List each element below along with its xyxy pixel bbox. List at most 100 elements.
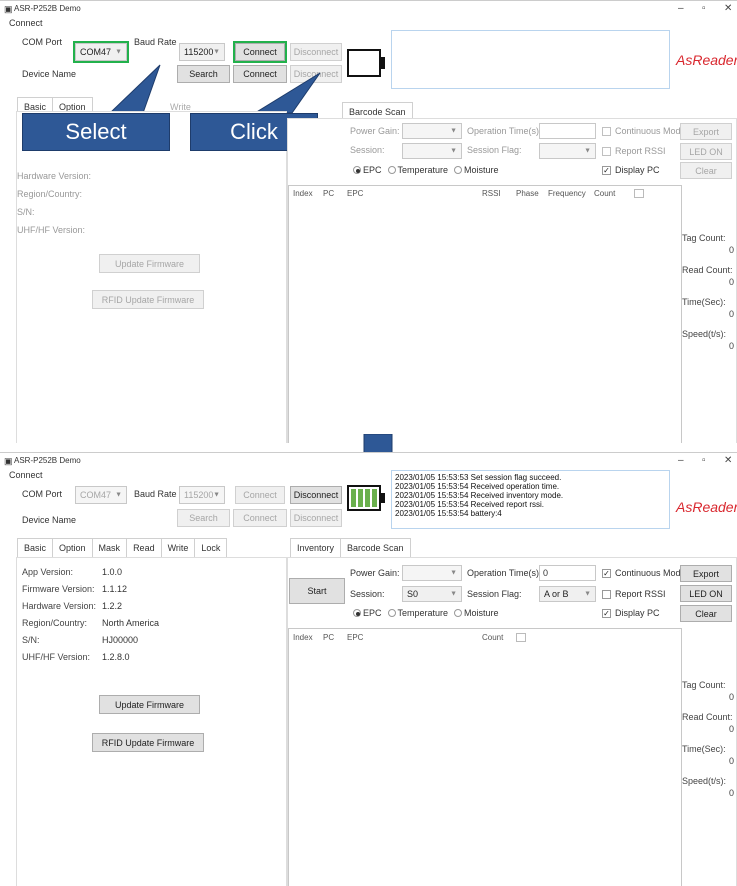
minimize-icon[interactable]: – bbox=[678, 455, 684, 466]
session-select[interactable]: ▼ bbox=[402, 143, 462, 159]
operation-time-input[interactable]: 0 bbox=[539, 565, 596, 581]
read-count-label: Read Count: bbox=[682, 265, 733, 275]
search-button[interactable]: Search bbox=[177, 509, 230, 527]
app-version-label: App Version: bbox=[22, 567, 74, 577]
radio-moisture[interactable] bbox=[454, 166, 463, 174]
led-on-button[interactable]: LED ON bbox=[680, 585, 732, 602]
radio-epc-label: EPC bbox=[363, 165, 382, 175]
export-button[interactable]: Export bbox=[680, 565, 732, 582]
stats-panel: Tag Count: 0 Read Count: 0 Time(Sec): 0 … bbox=[682, 233, 737, 361]
rfid-update-firmware-button[interactable]: RFID Update Firmware bbox=[92, 290, 204, 309]
checkmark-icon: ✓ bbox=[602, 608, 611, 618]
tab-lock[interactable]: Lock bbox=[194, 538, 228, 557]
uhf-version-label: UHF/HF Version: bbox=[22, 652, 91, 662]
chevron-down-icon: ▼ bbox=[213, 491, 220, 499]
start-button[interactable]: Start bbox=[289, 578, 345, 604]
disconnect-button[interactable]: Disconnect bbox=[290, 486, 342, 504]
tab-write[interactable]: Write bbox=[160, 538, 196, 557]
chevron-down-icon: ▼ bbox=[450, 147, 457, 155]
checkmark-icon: ✓ bbox=[602, 165, 611, 175]
report-rssi-checkbox[interactable]: Report RSSI bbox=[602, 146, 666, 156]
radio-moisture[interactable] bbox=[454, 609, 463, 617]
session-label: Session: bbox=[350, 145, 385, 155]
tag-type-radio-group[interactable]: EPC Temperature Moisture bbox=[353, 608, 499, 618]
radio-temperature[interactable] bbox=[387, 166, 396, 174]
update-firmware-button[interactable]: Update Firmware bbox=[99, 695, 200, 714]
continuous-mode-checkbox[interactable]: Continuous Mode bbox=[602, 126, 686, 136]
select-all-checkbox[interactable] bbox=[516, 633, 526, 642]
power-gain-select[interactable]: ▼ bbox=[402, 565, 462, 581]
tab-inventory[interactable]: Inventory bbox=[290, 538, 342, 557]
display-pc-checkbox[interactable]: ✓ Display PC bbox=[602, 608, 660, 618]
log-line: 2023/01/05 15:53:54 Received operation t… bbox=[395, 482, 560, 491]
firmware-version-value: 1.1.12 bbox=[102, 584, 128, 594]
report-rssi-checkbox[interactable]: Report RSSI bbox=[602, 589, 666, 599]
tag-type-radio-group[interactable]: EPC Temperature Moisture bbox=[353, 165, 499, 175]
tab-option[interactable]: Option bbox=[52, 538, 93, 557]
tag-count-label: Tag Count: bbox=[682, 233, 726, 243]
clear-button[interactable]: Clear bbox=[680, 605, 732, 622]
close-icon[interactable]: ✕ bbox=[724, 455, 732, 466]
read-count-value: 0 bbox=[728, 277, 734, 287]
info-labels: Hardware Version: Region/Country: S/N: U… bbox=[17, 167, 91, 239]
chevron-down-icon: ▼ bbox=[450, 127, 457, 135]
col-count: Count bbox=[594, 189, 616, 198]
radio-epc[interactable] bbox=[353, 609, 361, 617]
operation-time-input[interactable] bbox=[539, 123, 596, 139]
region-label: Region/Country: bbox=[17, 189, 83, 199]
tab-read[interactable]: Read bbox=[126, 538, 162, 557]
clear-button[interactable]: Clear bbox=[680, 162, 732, 179]
rfid-update-firmware-button[interactable]: RFID Update Firmware bbox=[92, 733, 204, 752]
session-flag-select[interactable]: A or B ▼ bbox=[539, 586, 596, 602]
checkbox-box bbox=[602, 589, 611, 599]
session-flag-select[interactable]: ▼ bbox=[539, 143, 596, 159]
col-pc: PC bbox=[323, 189, 335, 198]
battery-cell bbox=[351, 489, 356, 507]
session-select[interactable]: S0 ▼ bbox=[402, 586, 462, 602]
radio-temperature[interactable] bbox=[387, 609, 396, 617]
baud-rate-select[interactable]: 115200 ▼ bbox=[179, 486, 225, 504]
time-value: 0 bbox=[728, 309, 734, 319]
com-port-select[interactable]: COM47 ▼ bbox=[75, 486, 127, 504]
update-firmware-button[interactable]: Update Firmware bbox=[99, 254, 200, 273]
com-port-label: COM Port bbox=[22, 489, 63, 499]
radio-moisture-label: Moisture bbox=[464, 608, 499, 618]
display-pc-checkbox[interactable]: ✓ Display PC bbox=[602, 165, 660, 175]
time-label: Time(Sec): bbox=[682, 297, 726, 307]
baud-rate-value: 115200 bbox=[184, 490, 214, 500]
tag-count-value: 0 bbox=[728, 692, 734, 702]
basic-info-panel bbox=[16, 111, 287, 443]
export-button[interactable]: Export bbox=[680, 123, 732, 140]
operation-time-label: Operation Time(s): bbox=[467, 568, 542, 578]
tab-barcode-scan[interactable]: Barcode Scan bbox=[340, 538, 411, 557]
continuous-mode-checkbox[interactable]: ✓ Continuous Mode bbox=[602, 568, 686, 578]
screenshot-before-connect: ▣ ASR-P252B Demo – ▫ ✕ Connect COM Port … bbox=[0, 0, 737, 443]
power-gain-select[interactable]: ▼ bbox=[402, 123, 462, 139]
led-on-button[interactable]: LED ON bbox=[680, 143, 732, 160]
info-labels: App Version: Firmware Version: Hardware … bbox=[22, 567, 96, 669]
battery-icon bbox=[347, 485, 381, 511]
time-label: Time(Sec): bbox=[682, 744, 726, 754]
tab-mask[interactable]: Mask bbox=[91, 538, 128, 557]
tag-table bbox=[288, 185, 682, 443]
uhf-version-label: UHF/HF Version: bbox=[17, 225, 86, 235]
radio-epc[interactable] bbox=[353, 166, 361, 174]
device-connect-button[interactable]: Connect bbox=[233, 509, 287, 527]
session-flag-value: A or B bbox=[544, 589, 569, 599]
display-pc-label: Display PC bbox=[615, 165, 660, 175]
tag-table-header: Index PC EPC Count bbox=[293, 633, 526, 642]
speed-label: Speed(t/s): bbox=[682, 776, 727, 786]
device-disconnect-button[interactable]: Disconnect bbox=[290, 509, 342, 527]
log-lines: 2023/01/05 15:53:53 Set session flag suc… bbox=[395, 473, 563, 518]
maximize-icon[interactable]: ▫ bbox=[702, 455, 706, 466]
operation-time-label: Operation Time(s): bbox=[467, 126, 542, 136]
col-count: Count bbox=[482, 633, 504, 642]
hardware-version-label: Hardware Version: bbox=[17, 171, 92, 181]
select-all-checkbox[interactable] bbox=[634, 189, 644, 198]
connect-button[interactable]: Connect bbox=[235, 486, 285, 504]
tab-basic[interactable]: Basic bbox=[17, 538, 54, 557]
tag-table-header: Index PC EPC RSSI Phase Frequency Count bbox=[293, 189, 644, 198]
time-value: 0 bbox=[728, 756, 734, 766]
right-tabs: Inventory Barcode Scan bbox=[290, 538, 411, 557]
hardware-version-value: 1.2.2 bbox=[102, 601, 123, 611]
